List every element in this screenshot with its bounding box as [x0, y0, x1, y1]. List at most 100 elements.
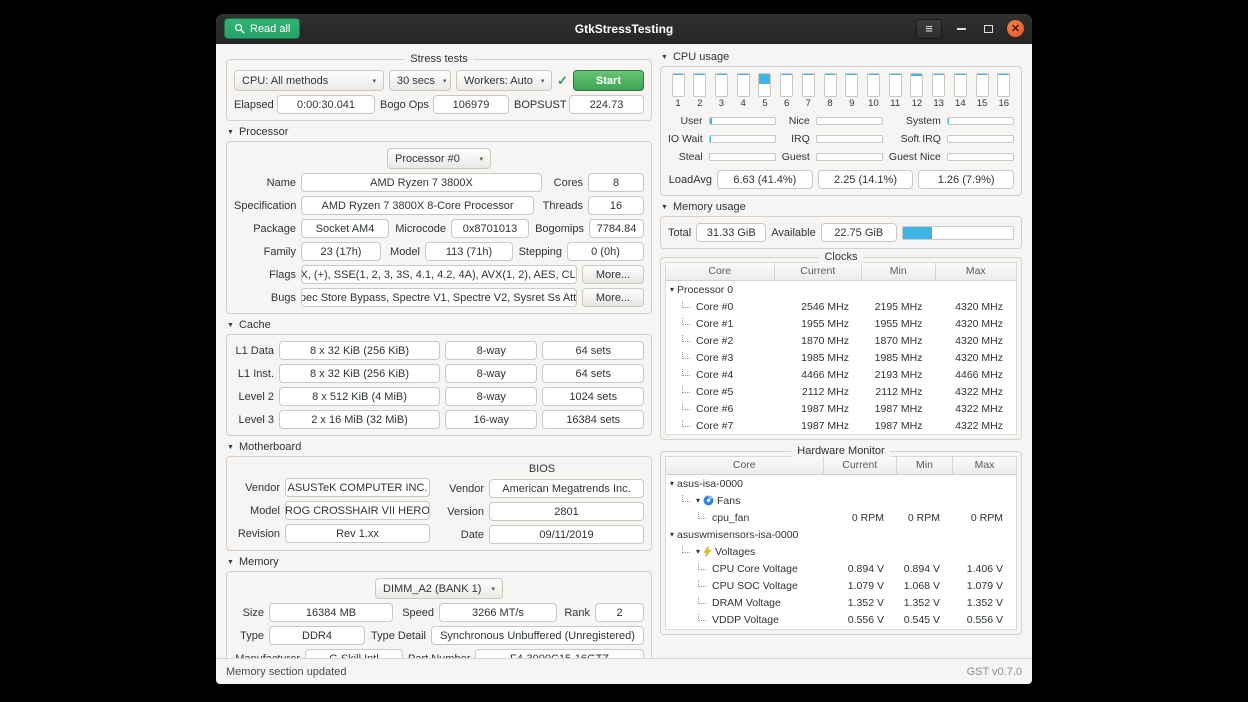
clocks-header-current[interactable]: Current: [775, 263, 863, 280]
family-value[interactable]: 23 (17h): [301, 242, 381, 261]
stepping-value[interactable]: 0 (0h): [567, 242, 644, 261]
processor-expander[interactable]: ▼ Processor: [227, 126, 652, 138]
left-column: Stress tests CPU: All methods ▾ 30 secs …: [226, 51, 652, 654]
dimm-selector-dropdown[interactable]: DIMM_A2 (BANK 1) ▾: [375, 578, 503, 599]
loadavg-1min[interactable]: 6.63 (41.4%): [717, 170, 813, 189]
clocks-group-row[interactable]: ▾Processor 0: [666, 281, 1016, 298]
read-all-button[interactable]: Read all: [224, 18, 300, 39]
stress-workers-dropdown[interactable]: Workers: Auto ▾: [456, 70, 552, 91]
cache-sets-value[interactable]: 1024 sets: [542, 387, 644, 406]
hwmon-voltage-row-4[interactable]: 1.8V PLL Voltage 1.788 V 1.788 V 1.788 V: [666, 628, 1016, 630]
bogomips-value[interactable]: 7784.84: [589, 219, 644, 238]
clock-row-core6[interactable]: Core #6 1987 MHz 1987 MHz 4322 MHz: [666, 400, 1016, 417]
model-value[interactable]: 113 (71h): [425, 242, 513, 261]
mobo-revision-value[interactable]: Rev 1.xx: [285, 524, 430, 543]
start-button[interactable]: Start: [573, 70, 644, 91]
cache-assoc-value[interactable]: 8-way: [445, 364, 537, 383]
stress-duration-dropdown[interactable]: 30 secs ▾: [389, 70, 451, 91]
hwmon-header-current[interactable]: Current: [824, 457, 898, 474]
clock-row-core2[interactable]: Core #2 1870 MHz 1870 MHz 4320 MHz: [666, 332, 1016, 349]
mem-speed-value[interactable]: 3266 MT/s: [439, 603, 557, 622]
cache-sets-value[interactable]: 16384 sets: [542, 410, 644, 429]
mem-type-detail-value[interactable]: Synchronous Unbuffered (Unregistered): [431, 626, 644, 645]
hwmon-fan-row[interactable]: cpu_fan 0 RPM 0 RPM 0 RPM: [666, 509, 1016, 526]
clock-row-core0[interactable]: Core #0 2546 MHz 2195 MHz 4320 MHz: [666, 298, 1016, 315]
cache-assoc-value[interactable]: 16-way: [445, 410, 537, 429]
bugs-more-button[interactable]: More...: [582, 288, 644, 307]
mem-total-value[interactable]: 31.33 GiB: [696, 223, 766, 242]
cache-expander[interactable]: ▼ Cache: [227, 319, 652, 331]
bios-version-value[interactable]: 2801: [489, 502, 644, 521]
cpu-name-value[interactable]: AMD Ryzen 7 3800X: [301, 173, 542, 192]
clocks-header-min[interactable]: Min: [862, 263, 936, 280]
minimize-button[interactable]: [953, 21, 969, 37]
specification-value[interactable]: AMD Ryzen 7 3800X 8-Core Processor: [301, 196, 534, 215]
flags-value[interactable]: MMX, (+), SSE(1, 2, 3, 3S, 4.1, 4.2, 4A)…: [301, 265, 577, 284]
tree-expander-icon[interactable]: ▾: [670, 530, 674, 539]
maximize-button[interactable]: [980, 21, 996, 37]
tree-expander-icon[interactable]: ▾: [670, 479, 674, 488]
mem-type-value[interactable]: DDR4: [269, 626, 365, 645]
tree-expander-icon[interactable]: ▾: [696, 496, 700, 505]
hwmon-header-min[interactable]: Min: [897, 457, 953, 474]
cpu-usage-expander[interactable]: ▼ CPU usage: [661, 51, 1022, 63]
mem-rank-value[interactable]: 2: [595, 603, 644, 622]
elapsed-value[interactable]: 0:00:30.041: [277, 95, 375, 114]
hwmon-chip-row[interactable]: ▾asus-isa-0000: [666, 475, 1016, 492]
processor-selector-dropdown[interactable]: Processor #0 ▾: [387, 148, 491, 169]
core-number: 5: [762, 98, 767, 109]
tree-expander-icon[interactable]: ▾: [696, 547, 700, 556]
loadavg-15min[interactable]: 1.26 (7.9%): [918, 170, 1014, 189]
bopsust-value[interactable]: 224.73: [569, 95, 644, 114]
threads-value[interactable]: 16: [588, 196, 644, 215]
hwmon-fans-group-row[interactable]: ▾Fans: [666, 492, 1016, 509]
cache-size-value[interactable]: 8 x 32 KiB (256 KiB): [279, 341, 440, 360]
microcode-value[interactable]: 0x8701013: [451, 219, 529, 238]
titlebar[interactable]: Read all GtkStressTesting ≡ ✕: [216, 14, 1032, 44]
menu-button[interactable]: ≡: [916, 19, 942, 39]
clock-row-core5[interactable]: Core #5 2112 MHz 2112 MHz 4322 MHz: [666, 383, 1016, 400]
clock-row-core4[interactable]: Core #4 4466 MHz 2193 MHz 4466 MHz: [666, 366, 1016, 383]
hwmon-voltage-row-3[interactable]: VDDP Voltage 0.556 V 0.545 V 0.556 V: [666, 611, 1016, 628]
clock-row-core7[interactable]: Core #7 1987 MHz 1987 MHz 4322 MHz: [666, 417, 1016, 434]
memory-expander[interactable]: ▼ Memory: [227, 556, 652, 568]
mobo-model-value[interactable]: ROG CROSSHAIR VII HERO: [285, 501, 430, 520]
cores-value[interactable]: 8: [588, 173, 644, 192]
stress-method-dropdown[interactable]: CPU: All methods ▾: [234, 70, 384, 91]
hwmon-header-max[interactable]: Max: [953, 457, 1016, 474]
mem-part-number-value[interactable]: F4-3000C15-16GTZ: [475, 649, 644, 658]
mobo-vendor-value[interactable]: ASUSTeK COMPUTER INC.: [285, 478, 430, 497]
loadavg-5min[interactable]: 2.25 (14.1%): [818, 170, 914, 189]
cache-size-value[interactable]: 8 x 32 KiB (256 KiB): [279, 364, 440, 383]
tree-expander-icon[interactable]: ▾: [670, 285, 674, 294]
bugs-label: Bugs: [234, 292, 296, 304]
flags-more-button[interactable]: More...: [582, 265, 644, 284]
bios-vendor-value[interactable]: American Megatrends Inc.: [489, 479, 644, 498]
bugs-value[interactable]: Spec Store Bypass, Spectre V1, Spectre V…: [301, 288, 577, 307]
mem-size-value[interactable]: 16384 MB: [269, 603, 393, 622]
motherboard-expander[interactable]: ▼ Motherboard: [227, 441, 652, 453]
clock-row-core3[interactable]: Core #3 1985 MHz 1985 MHz 4320 MHz: [666, 349, 1016, 366]
cache-assoc-value[interactable]: 8-way: [445, 341, 537, 360]
package-value[interactable]: Socket AM4: [301, 219, 389, 238]
bios-date-value[interactable]: 09/11/2019: [489, 525, 644, 544]
clock-row-core1[interactable]: Core #1 1955 MHz 1955 MHz 4320 MHz: [666, 315, 1016, 332]
clocks-header-max[interactable]: Max: [936, 263, 1017, 280]
hwmon-voltages-group-row[interactable]: ▾Voltages: [666, 543, 1016, 560]
mem-available-value[interactable]: 22.75 GiB: [821, 223, 897, 242]
cache-assoc-value[interactable]: 8-way: [445, 387, 537, 406]
hwmon-voltage-row-0[interactable]: CPU Core Voltage 0.894 V 0.894 V 1.406 V: [666, 560, 1016, 577]
memory-usage-expander[interactable]: ▼ Memory usage: [661, 201, 1022, 213]
bogo-ops-value[interactable]: 106979: [433, 95, 509, 114]
hwmon-chip-row[interactable]: ▾asuswmisensors-isa-0000: [666, 526, 1016, 543]
cache-sets-value[interactable]: 64 sets: [542, 341, 644, 360]
clocks-header-core[interactable]: Core: [666, 263, 775, 280]
cache-sets-value[interactable]: 64 sets: [542, 364, 644, 383]
cache-size-value[interactable]: 2 x 16 MiB (32 MiB): [279, 410, 440, 429]
close-button[interactable]: ✕: [1007, 20, 1024, 37]
mem-manufacturer-value[interactable]: G Skill Intl: [305, 649, 403, 658]
cache-size-value[interactable]: 8 x 512 KiB (4 MiB): [279, 387, 440, 406]
hwmon-voltage-row-2[interactable]: DRAM Voltage 1.352 V 1.352 V 1.352 V: [666, 594, 1016, 611]
hwmon-header-core[interactable]: Core: [666, 457, 824, 474]
hwmon-voltage-row-1[interactable]: CPU SOC Voltage 1.079 V 1.068 V 1.079 V: [666, 577, 1016, 594]
